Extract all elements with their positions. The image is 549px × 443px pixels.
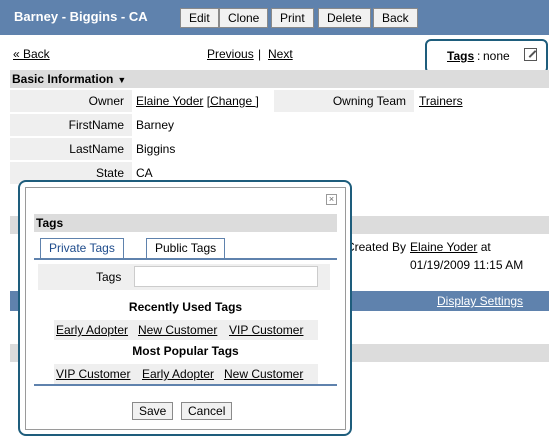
tags-callout: Tags : none bbox=[425, 39, 548, 74]
tags-value: none bbox=[483, 49, 510, 63]
recent-tag-new-customer[interactable]: New Customer bbox=[138, 323, 217, 337]
owner-link[interactable]: Elaine Yoder bbox=[136, 94, 203, 108]
basic-info-header[interactable]: Basic Information ▼ bbox=[10, 70, 549, 88]
tags-input-label: Tags bbox=[96, 270, 122, 284]
owning-team-label: Owning Team bbox=[274, 90, 414, 112]
save-button[interactable]: Save bbox=[132, 402, 174, 420]
change-owner-link[interactable]: [Change ] bbox=[207, 94, 259, 108]
recent-tags-row: Early Adopter New Customer VIP Customer bbox=[54, 320, 318, 340]
dialog-divider bbox=[34, 384, 337, 386]
recent-tag-vip-customer[interactable]: VIP Customer bbox=[229, 323, 303, 337]
recent-tag-early-adopter[interactable]: Early Adopter bbox=[56, 323, 128, 337]
cancel-button[interactable]: Cancel bbox=[181, 402, 233, 420]
nav-separator: | bbox=[258, 47, 262, 61]
popular-tag-vip-customer[interactable]: VIP Customer bbox=[56, 367, 130, 381]
dialog-title: Tags bbox=[34, 214, 337, 232]
lastname-value: Biggins bbox=[136, 142, 176, 156]
popular-tag-early-adopter[interactable]: Early Adopter bbox=[142, 367, 214, 381]
next-link[interactable]: Next bbox=[268, 47, 293, 61]
tags-link[interactable]: Tags bbox=[447, 49, 474, 63]
tags-input[interactable] bbox=[134, 266, 318, 287]
owner-value-row: Elaine Yoder [Change ] bbox=[136, 90, 259, 112]
tab-private-tags[interactable]: Private Tags bbox=[40, 238, 124, 258]
edit-button[interactable]: Edit bbox=[180, 8, 219, 28]
edit-tags-icon[interactable] bbox=[524, 48, 537, 61]
print-button[interactable]: Print bbox=[271, 8, 314, 28]
tags-dialog: × Tags Private Tags Public Tags Tags Rec… bbox=[25, 187, 346, 430]
close-icon[interactable]: × bbox=[326, 194, 337, 205]
tab-public-tags[interactable]: Public Tags bbox=[146, 238, 226, 258]
created-by-row: Elaine Yoder at bbox=[410, 240, 491, 254]
popular-tag-new-customer[interactable]: New Customer bbox=[224, 367, 303, 381]
record-title: Barney - Biggins - CA bbox=[14, 9, 148, 24]
back-link[interactable]: « Back bbox=[13, 47, 50, 61]
owning-team-link[interactable]: Trainers bbox=[419, 94, 463, 108]
created-date: 01/19/2009 11:15 AM bbox=[410, 258, 524, 272]
created-by-link[interactable]: Elaine Yoder bbox=[410, 240, 477, 254]
basic-info-title: Basic Information bbox=[12, 72, 114, 86]
firstname-value: Barney bbox=[136, 118, 175, 132]
delete-button[interactable]: Delete bbox=[318, 8, 371, 28]
tab-divider bbox=[34, 258, 337, 260]
chevron-down-icon: ▼ bbox=[117, 75, 127, 85]
previous-link[interactable]: Previous bbox=[207, 47, 254, 61]
popular-tags-row: VIP Customer Early Adopter New Customer bbox=[54, 364, 318, 384]
owning-team-value: Trainers bbox=[419, 90, 463, 112]
display-settings-link[interactable]: Display Settings bbox=[437, 294, 523, 308]
tags-input-row: Tags bbox=[38, 264, 330, 290]
lastname-label: LastName bbox=[10, 138, 132, 160]
firstname-label: FirstName bbox=[10, 114, 132, 136]
tags-dialog-callout: × Tags Private Tags Public Tags Tags Rec… bbox=[18, 180, 352, 436]
back-button[interactable]: Back bbox=[373, 8, 418, 28]
record-header-bar: Barney - Biggins - CA Edit Clone Print D… bbox=[0, 0, 549, 35]
clone-button[interactable]: Clone bbox=[219, 8, 269, 28]
created-by-suffix: at bbox=[480, 240, 491, 254]
tags-separator: : bbox=[477, 49, 481, 63]
recent-tags-header: Recently Used Tags bbox=[128, 300, 243, 314]
owner-label: Owner bbox=[10, 90, 132, 112]
popular-tags-header: Most Popular Tags bbox=[132, 344, 239, 358]
